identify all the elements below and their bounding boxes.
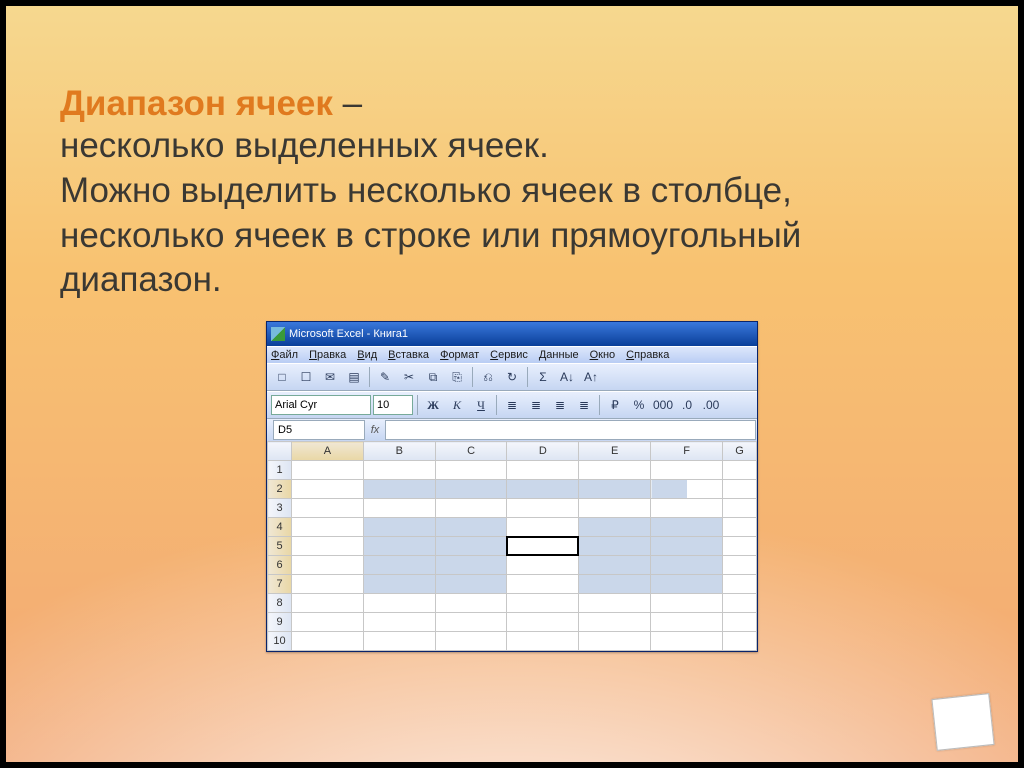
col-header-f[interactable]: F bbox=[651, 442, 723, 461]
print-icon[interactable]: ▤ bbox=[343, 366, 365, 388]
underline-button[interactable]: Ч bbox=[470, 394, 492, 416]
separator-icon bbox=[496, 395, 497, 415]
italic-button[interactable]: К bbox=[446, 394, 468, 416]
menu-tools[interactable]: Сервис bbox=[490, 349, 528, 361]
menu-view[interactable]: Вид bbox=[357, 349, 377, 361]
copy-icon[interactable]: ⧉ bbox=[422, 366, 444, 388]
spreadsheet-grid[interactable]: A B C D E F G 1 2 3 4 5 6 7 8 9 10 bbox=[267, 441, 757, 651]
dec-dec-icon[interactable]: .00 bbox=[700, 394, 722, 416]
row-header[interactable]: 10 bbox=[268, 632, 292, 651]
dec-inc-icon[interactable]: .0 bbox=[676, 394, 698, 416]
slide: Диапазон ячеек – несколько выделенных яч… bbox=[0, 0, 1024, 768]
menu-file[interactable]: Файл bbox=[271, 349, 298, 361]
sort-desc-icon[interactable]: A↑ bbox=[580, 366, 602, 388]
row-header[interactable]: 8 bbox=[268, 594, 292, 613]
row-header[interactable]: 6 bbox=[268, 556, 292, 575]
titlebar: Microsoft Excel - Книга1 bbox=[267, 322, 757, 346]
active-cell bbox=[507, 537, 579, 556]
name-box[interactable]: D5 bbox=[273, 420, 365, 440]
separator-icon bbox=[472, 367, 473, 387]
menu-data[interactable]: Данные bbox=[539, 349, 579, 361]
menu-format[interactable]: Формат bbox=[440, 349, 479, 361]
col-header-b[interactable]: B bbox=[363, 442, 435, 461]
page-curl-icon bbox=[931, 693, 994, 751]
paste-icon[interactable]: ⎘ bbox=[446, 366, 468, 388]
col-header-d[interactable]: D bbox=[507, 442, 579, 461]
heading-dash: – bbox=[333, 84, 362, 123]
formatting-toolbar: Arial Cyr 10 Ж К Ч ≣ ≣ ≣ ≣ ₽ % 000 .0 .0… bbox=[267, 391, 757, 419]
align-right-icon[interactable]: ≣ bbox=[549, 394, 571, 416]
row-header[interactable]: 9 bbox=[268, 613, 292, 632]
save-icon[interactable]: ✉ bbox=[319, 366, 341, 388]
formula-bar: D5 fx bbox=[267, 419, 757, 441]
menu-insert[interactable]: Вставка bbox=[388, 349, 429, 361]
font-name-selector[interactable]: Arial Cyr bbox=[271, 395, 371, 415]
separator-icon bbox=[599, 395, 600, 415]
redo-icon[interactable]: ↻ bbox=[501, 366, 523, 388]
spell-icon[interactable]: ✎ bbox=[374, 366, 396, 388]
col-header-g[interactable]: G bbox=[723, 442, 757, 461]
currency-icon[interactable]: ₽ bbox=[604, 394, 626, 416]
heading-term: Диапазон ячеек bbox=[60, 84, 333, 123]
body-text: несколько выделенных ячеек. Можно выдели… bbox=[60, 124, 964, 303]
excel-window: Microsoft Excel - Книга1 Файл Правка Вид… bbox=[266, 321, 758, 652]
cut-icon[interactable]: ✂ bbox=[398, 366, 420, 388]
align-left-icon[interactable]: ≣ bbox=[501, 394, 523, 416]
align-center-icon[interactable]: ≣ bbox=[525, 394, 547, 416]
sum-icon[interactable]: Σ bbox=[532, 366, 554, 388]
col-header-e[interactable]: E bbox=[579, 442, 651, 461]
undo-icon[interactable]: ⎌ bbox=[477, 366, 499, 388]
row-header[interactable]: 1 bbox=[268, 461, 292, 480]
column-header-row: A B C D E F G bbox=[268, 442, 757, 461]
row-header[interactable]: 3 bbox=[268, 499, 292, 518]
formula-input[interactable] bbox=[385, 420, 756, 440]
grid-body: 1 2 3 4 5 6 7 8 9 10 bbox=[268, 461, 757, 651]
separator-icon bbox=[417, 395, 418, 415]
standard-toolbar: □ ☐ ✉ ▤ ✎ ✂ ⧉ ⎘ ⎌ ↻ Σ A↓ A↑ bbox=[267, 363, 757, 391]
row-header[interactable]: 4 bbox=[268, 518, 292, 537]
col-header-c[interactable]: C bbox=[435, 442, 507, 461]
percent-icon[interactable]: % bbox=[628, 394, 650, 416]
row-header[interactable]: 5 bbox=[268, 537, 292, 556]
menubar: Файл Правка Вид Вставка Формат Сервис Да… bbox=[267, 346, 757, 363]
separator-icon bbox=[369, 367, 370, 387]
new-icon[interactable]: □ bbox=[271, 366, 293, 388]
menu-help[interactable]: Справка bbox=[626, 349, 669, 361]
fx-icon[interactable]: fx bbox=[365, 424, 385, 436]
sort-asc-icon[interactable]: A↓ bbox=[556, 366, 578, 388]
open-icon[interactable]: ☐ bbox=[295, 366, 317, 388]
row-header[interactable]: 7 bbox=[268, 575, 292, 594]
row-header[interactable]: 2 bbox=[268, 480, 292, 499]
select-all-corner[interactable] bbox=[268, 442, 292, 461]
window-title: Microsoft Excel - Книга1 bbox=[289, 322, 408, 346]
bold-button[interactable]: Ж bbox=[422, 394, 444, 416]
font-size-selector[interactable]: 10 bbox=[373, 395, 413, 415]
merge-icon[interactable]: ≣ bbox=[573, 394, 595, 416]
col-header-a[interactable]: A bbox=[292, 442, 364, 461]
separator-icon bbox=[527, 367, 528, 387]
menu-edit[interactable]: Правка bbox=[309, 349, 346, 361]
menu-window[interactable]: Окно bbox=[590, 349, 616, 361]
comma-icon[interactable]: 000 bbox=[652, 394, 674, 416]
text-block: Диапазон ячеек – несколько выделенных яч… bbox=[60, 84, 964, 303]
excel-app-icon bbox=[271, 327, 285, 341]
